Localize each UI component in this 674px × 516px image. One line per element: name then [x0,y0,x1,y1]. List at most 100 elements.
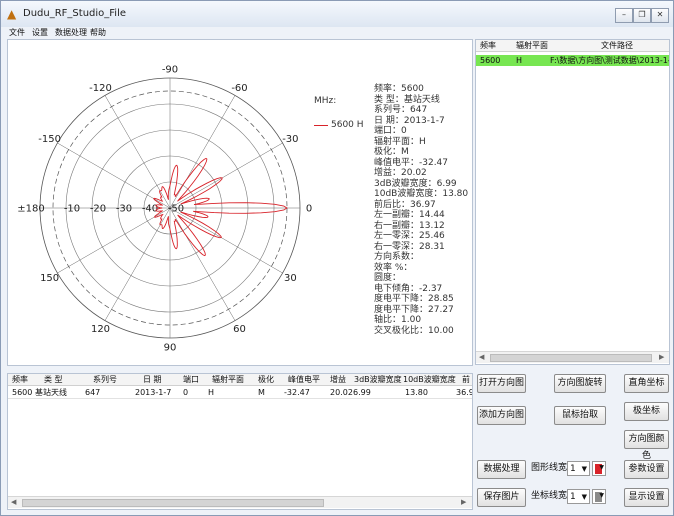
window-title: Dudu_RF_Studio_File [23,8,127,19]
column-header[interactable]: 系列号 [93,374,117,385]
rect-coord-button[interactable]: 直角坐标 [624,374,669,393]
info-line: 10dB波瓣宽度：13.80 [374,189,469,199]
close-button[interactable]: ✕ [651,8,669,23]
scrollbar-thumb[interactable] [490,354,652,362]
info-line: 交叉极化比：10.00 [374,325,454,336]
cell-peak-level: -32.47 [284,388,310,397]
legend-line-swatch [314,125,328,126]
axis-color-picker[interactable]: ▼ [592,489,606,504]
cell-polarization: M [258,388,265,397]
column-header[interactable]: 端口 [183,374,199,385]
angle-tick-label: 0 [306,204,312,215]
data-table-header: 频率 类 型 系列号 日 期 端口 辐射平面 极化 峰值电平 增益 3dB波瓣宽… [8,374,472,386]
legend-title: MHz: [314,96,337,106]
scrollbar-thumb[interactable] [22,499,324,507]
scroll-right-icon[interactable]: ▶ [461,498,466,506]
polar-coord-button[interactable]: 极坐标 [624,402,669,421]
display-setting-button[interactable]: 显示设置 [624,488,669,507]
column-header[interactable]: 峰值电平 [288,374,320,385]
restore-button[interactable]: ❐ [633,8,651,23]
cell-type: 基站天线 [35,388,67,397]
grid-spoke [169,207,236,321]
info-line: 端口：0 [374,126,407,136]
open-pattern-button[interactable]: 打开方向图 [477,374,526,393]
file-list-table: 频率 辐射平面 文件路径 5600 H F:\数据\方向图\测试数据\2013-… [475,39,670,365]
info-line: 效率 %： [374,262,413,273]
add-pattern-button[interactable]: 添加方向图 [477,406,526,425]
info-line: 电下倾角：-2.37 [374,283,443,294]
column-header[interactable]: 频率 [12,374,28,385]
column-header[interactable]: 类 型 [44,374,63,385]
cell-port: 0 [183,388,189,397]
column-header[interactable]: 日 期 [143,374,162,385]
column-header[interactable]: 极化 [258,374,274,385]
pattern-info-list: 频率：5600 类 型：基站天线 系列号：647 日 期：2013-1-7 端口：0 辐射… [374,84,478,336]
axis-width-select[interactable]: 1 ▼ [567,489,590,504]
scroll-right-icon[interactable]: ▶ [659,353,664,361]
column-header[interactable]: 文件路径 [601,40,633,51]
info-line: 右一副瓣：13.12 [374,220,445,231]
radial-tick-label: -30 [116,204,132,215]
radial-tick-label: -10 [64,204,80,215]
cell-gain: 20.02 [330,388,353,397]
column-header[interactable]: 辐射平面 [212,374,244,385]
column-header[interactable]: 增益 [330,374,346,385]
params-setting-button[interactable]: 参数设置 [624,460,669,479]
menu-file[interactable]: 文件 [9,27,25,39]
menu-settings[interactable]: 设置 [32,27,48,39]
data-process-button[interactable]: 数据处理 [477,460,526,479]
scroll-left-icon[interactable]: ◀ [11,498,16,506]
line-width-select[interactable]: 1 ▼ [567,461,590,476]
info-line: 辐射平面：H [374,136,426,147]
chevron-down-icon: ▼ [599,492,604,499]
info-line: 类 型：基站天线 [374,94,440,105]
line-width-label: 图形线宽 [531,463,568,473]
info-line: 峰值电平：-32.47 [374,157,449,168]
data-table-row[interactable]: 5600 基站天线 647 2013-1-7 0 H M -32.47 20.0… [8,387,472,399]
column-header[interactable]: 辐射平面 [516,40,548,51]
angle-tick-label: 120 [91,324,110,335]
rotate-pattern-button[interactable]: 方向图旋转 [554,374,606,393]
radial-tick-label: -20 [90,204,106,215]
angle-tick-label: 30 [284,273,297,284]
file-list-row[interactable]: 5600 H F:\数据\方向图\测试数据\2013-1-7-23 [476,55,669,66]
axis-width-value: 1 [570,492,576,502]
angle-tick-label: 150 [40,273,59,284]
data-table-scrollbar[interactable]: ◀ ▶ [8,496,472,508]
angle-tick-label: -120 [89,83,112,94]
line-color-picker[interactable]: ▼ [592,461,606,476]
grid-spoke [169,207,283,274]
minimize-button[interactable]: – [615,8,633,23]
column-header[interactable]: 3dB波瓣宽度 [354,374,402,385]
mouse-capture-button[interactable]: 鼠标抬取 [554,406,606,425]
legend-series-label: 5600 H [331,120,364,130]
angle-tick-label: -90 [162,65,178,76]
menu-help[interactable]: 帮助 [90,27,106,39]
angle-tick-label: -30 [282,134,298,145]
menu-data-processing[interactable]: 数据处理 [55,27,87,39]
scroll-left-icon[interactable]: ◀ [479,353,484,361]
cell-path: F:\数据\方向图\测试数据\2013-1-7-23 [550,56,670,65]
column-header[interactable]: 前 [462,374,470,385]
data-table: 频率 类 型 系列号 日 期 端口 辐射平面 极化 峰值电平 增益 3dB波瓣宽… [7,373,473,510]
chevron-down-icon: ▼ [599,464,604,471]
title-bar: ▲ Dudu_RF_Studio_File – ❐ ✕ [1,1,673,28]
info-line: 圆度： [374,273,402,283]
info-line: 度电平下降：27.27 [374,304,454,315]
angle-tick-label: -60 [231,83,247,94]
pattern-color-button[interactable]: 方向图颜色 [624,430,669,461]
grid-spoke [169,142,283,209]
info-line: 系列号：647 [374,105,428,115]
column-header[interactable]: 频率 [480,40,496,51]
cell-plane: H [516,56,523,65]
file-list-scrollbar[interactable]: ◀ ▶ [476,351,669,363]
angle-tick-label: -150 [38,134,61,145]
info-line: 轴比：1.00 [374,315,422,325]
polar-plot-panel: -90 -60 -30 0 30 60 90 120 150 ±180 -150 -120 -10 -20… [7,39,473,366]
save-image-button[interactable]: 保存图片 [477,488,526,507]
cell-plane: H [208,388,215,397]
info-line: 增益：20.02 [374,168,427,178]
polar-tick-labels: -90 -60 -30 0 30 60 90 120 150 ±180 -150 -120 -10 -20… [17,65,312,354]
menu-bar: 文件 设置 数据处理 帮助 [1,27,673,39]
column-header[interactable]: 10dB波瓣宽度 [403,374,456,385]
